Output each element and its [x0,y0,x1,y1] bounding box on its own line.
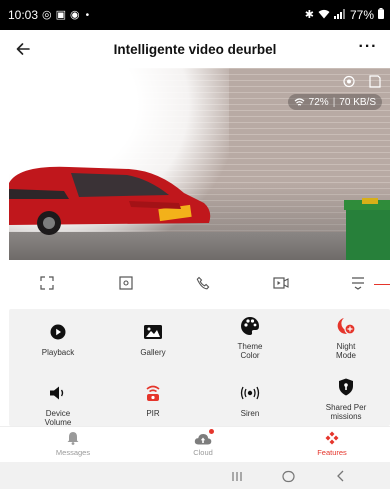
feature-pir[interactable]: PIR [108,382,198,426]
fullscreen-button[interactable] [37,274,57,292]
home-button[interactable] [280,468,296,484]
recent-apps-icon [232,471,242,481]
wifi-calling-icon: ◎ [42,8,52,21]
more-notifications-icon: • [85,9,90,21]
back-button[interactable] [12,39,34,59]
stats-separator: | [332,96,336,108]
feature-night-mode[interactable]: Night Mode [301,315,390,375]
sd-card-icon[interactable] [368,75,382,88]
feature-label: Playback [41,348,75,357]
shield-icon [335,376,357,398]
bottom-navigation: Messages Cloud Features [0,426,390,462]
system-navigation-bar [0,462,390,489]
video-trash-bin-image [344,198,390,260]
video-car-image [9,166,211,235]
record-button[interactable] [271,274,291,292]
bitrate-value: 70 KB/S [339,96,376,108]
fullscreen-icon [40,276,54,290]
toolbar-accent-line [374,284,390,285]
feature-device-volume[interactable]: Device Volume [13,382,103,426]
bluetooth-icon: ✱ [304,8,314,21]
night-mode-icon [335,315,357,337]
feature-label: Device Volume [44,409,72,426]
talk-button[interactable] [193,274,213,292]
nav-features[interactable]: Features [297,429,367,461]
feature-shared-permissions[interactable]: Shared Per missions [301,376,390,426]
signal-strength-value: 72% [308,96,329,108]
status-right: ✱ 77% [305,8,384,22]
features-diamond-icon [325,429,339,445]
phone-icon [196,276,210,290]
page-title: Intelligente video deurbel [113,41,277,57]
nav-label: Cloud [193,448,213,457]
wifi-signal-icon [294,97,305,106]
gallery-notification-icon: ▣ [55,8,67,21]
feature-label: Night Mode [335,342,356,360]
gallery-icon [142,321,164,343]
screenshot-icon [119,276,133,290]
status-bar: 10:03 ◎ ▣ ◉ • ✱ 77% [0,0,390,30]
feature-label: Siren [240,409,260,418]
status-left: 10:03 ◎ ▣ ◉ • [8,8,89,22]
feature-label: Shared Per missions [325,403,367,421]
feature-siren[interactable]: Siren [205,382,295,426]
palette-icon [239,315,261,337]
playback-icon [47,321,69,343]
signal-icon [333,8,346,22]
feature-theme-color[interactable]: Theme Color [205,315,295,375]
feature-playback[interactable]: Playback [13,321,103,381]
cloud-notification-dot [209,429,214,434]
features-panel: Playback Gallery Theme Color Night Mode … [9,309,390,426]
nav-messages[interactable]: Messages [38,429,108,461]
feature-label: Theme Color [237,342,263,360]
status-time: 10:03 [8,8,39,22]
battery-icon [378,8,384,22]
battery-percent: 77% [349,8,374,22]
app-notification-icon: ◉ [70,8,80,21]
record-video-icon [273,277,289,289]
feature-label: PIR [146,409,160,418]
app-header: Intelligente video deurbel ··· [0,30,390,68]
nav-label: Messages [55,448,91,457]
feature-label: Gallery [140,348,166,357]
wifi-status-icon [318,8,330,22]
feature-gallery[interactable]: Gallery [108,321,198,381]
screenshot-button[interactable] [116,274,136,292]
quality-menu-button[interactable] [348,274,368,292]
siren-icon [239,382,261,404]
nav-label: Features [317,448,347,457]
recent-apps-button[interactable] [229,468,245,484]
chevron-left-icon [337,470,344,482]
video-stats-badge: 72% | 70 KB/S [287,94,382,110]
back-arrow-icon [16,43,30,55]
nav-cloud[interactable]: Cloud [168,429,238,461]
system-back-button[interactable] [333,468,349,484]
live-video-feed[interactable]: 72% | 70 KB/S [9,68,390,260]
bell-icon [67,429,79,445]
video-camera-icon[interactable] [342,75,356,88]
volume-icon [47,382,69,404]
quality-menu-icon [352,277,364,290]
video-control-toolbar [0,260,390,306]
pir-icon [142,382,164,404]
more-options-button[interactable]: ··· [356,36,380,58]
home-icon [281,470,295,482]
